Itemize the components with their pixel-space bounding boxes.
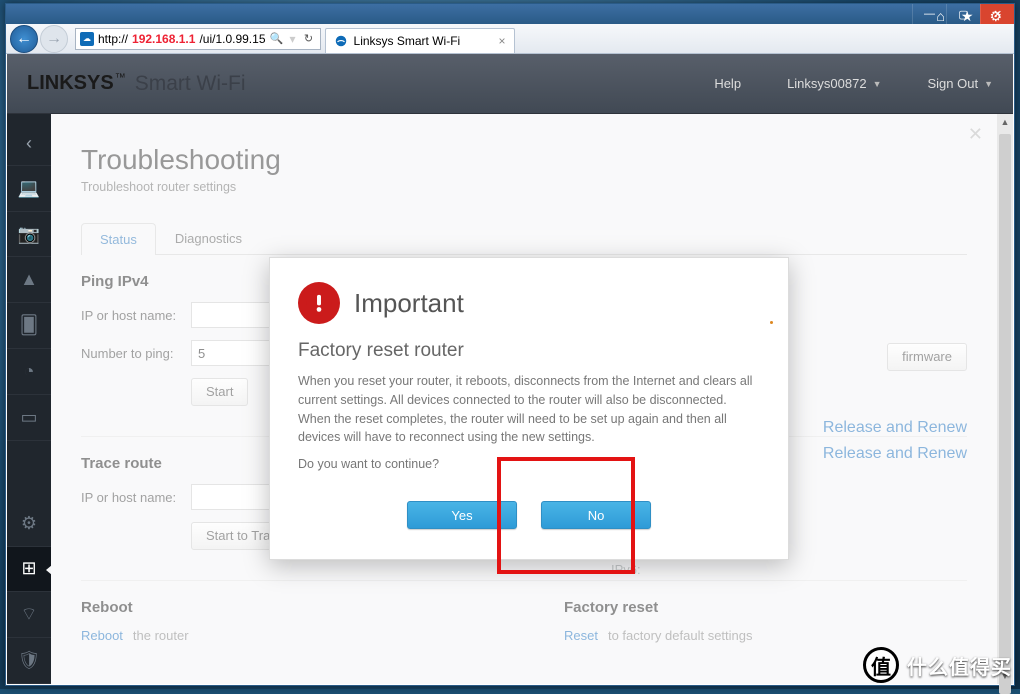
watermark-text: 什么值得买 bbox=[907, 651, 1012, 680]
dialog-no-button[interactable]: No bbox=[541, 501, 651, 529]
dialog-question: Do you want to continue? bbox=[298, 457, 760, 471]
header-signout-label: Sign Out bbox=[927, 76, 978, 91]
site-favicon-icon: ☁ bbox=[80, 32, 94, 46]
arrow-left-icon: ← bbox=[16, 30, 32, 48]
dialog-title: Important bbox=[354, 288, 464, 319]
header-signout-menu[interactable]: Sign Out ▼ bbox=[927, 76, 993, 91]
wifi-icon: ⌔ bbox=[21, 603, 38, 626]
sidebar-item-connectivity[interactable]: ⚙ bbox=[7, 501, 51, 547]
home-icon[interactable]: ⌂ bbox=[936, 8, 944, 25]
favorites-icon[interactable]: ★ bbox=[961, 8, 974, 25]
browser-window: — ▢ ✕ ← → ☁ http:// 192.168.1.1/ui/1.0.99… bbox=[5, 3, 1015, 686]
page-scrollbar[interactable]: ▲ ▼ bbox=[997, 114, 1013, 684]
page-viewport: LINKSYS ™ Smart Wi-Fi Help Linksys00872 ▼… bbox=[7, 54, 1013, 684]
window-titlebar: — ▢ ✕ bbox=[6, 4, 1014, 24]
header-help-link[interactable]: Help bbox=[714, 76, 741, 91]
cards-icon: 🂠 bbox=[20, 315, 38, 336]
dialog-yes-button[interactable]: Yes bbox=[407, 501, 517, 529]
search-icon[interactable]: 🔍 bbox=[270, 32, 284, 45]
alert-icon bbox=[298, 282, 340, 324]
url-suffix: /ui/1.0.99.15 bbox=[199, 32, 265, 46]
browser-tab-active[interactable]: Linksys Smart Wi-Fi × bbox=[325, 28, 515, 53]
sidebar-item-devices[interactable]: 💻 bbox=[7, 166, 51, 212]
browser-command-icons: ⌂ ★ ⚙ bbox=[936, 8, 1002, 25]
sidebar-item-parental[interactable]: ▲ bbox=[7, 257, 51, 303]
scroll-up-icon[interactable]: ▲ bbox=[997, 114, 1013, 130]
header-account-menu[interactable]: Linksys00872 ▼ bbox=[787, 76, 881, 91]
gauge-icon: ◔ bbox=[24, 361, 35, 382]
caret-down-icon: ▼ bbox=[873, 79, 882, 89]
app-header: LINKSYS ™ Smart Wi-Fi Help Linksys00872 ▼… bbox=[7, 54, 1013, 114]
usb-icon: ▭ bbox=[20, 407, 37, 428]
sidebar-item-storage[interactable]: ▭ bbox=[7, 395, 51, 441]
tab-close-icon[interactable]: × bbox=[499, 34, 506, 48]
sidebar-item-security[interactable]: 🛡 bbox=[7, 638, 51, 684]
addressbar-divider: ▾ bbox=[288, 32, 298, 46]
tab-favicon-icon bbox=[334, 34, 348, 48]
caret-down-icon: ▼ bbox=[984, 79, 993, 89]
brand-logo: LINKSYS bbox=[27, 72, 114, 95]
plus-box-icon: ⊞ bbox=[21, 558, 36, 579]
sidebar-collapse-button[interactable]: ‹ bbox=[7, 122, 51, 166]
trademark-icon: ™ bbox=[115, 72, 126, 84]
dialog-body: When you reset your router, it reboots, … bbox=[298, 372, 760, 447]
url-ip: 192.168.1.1 bbox=[132, 32, 195, 46]
sidebar: ‹ 💻 📷 ▲ 🂠 ◔ ▭ ⚙ ⊞ ⌔ 🛡 bbox=[7, 114, 51, 684]
badge-icon: 📷 bbox=[18, 224, 40, 245]
laptop-icon: 💻 bbox=[18, 178, 40, 199]
arrow-right-icon: → bbox=[46, 30, 62, 48]
dialog-header: Important bbox=[298, 282, 760, 324]
sidebar-item-wireless[interactable]: ⌔ bbox=[7, 592, 51, 638]
nav-back-button[interactable]: ← bbox=[10, 25, 38, 53]
sidebar-item-guest[interactable]: 📷 bbox=[7, 212, 51, 258]
address-bar[interactable]: ☁ http:// 192.168.1.1/ui/1.0.99.15 🔍 ▾ ↻ bbox=[75, 28, 321, 50]
browser-navbar: ← → ☁ http:// 192.168.1.1/ui/1.0.99.15 🔍 … bbox=[6, 24, 1014, 54]
brand-subtitle: Smart Wi-Fi bbox=[135, 72, 246, 96]
sidebar-item-speed[interactable]: ◔ bbox=[7, 349, 51, 395]
shield-icon: 🛡 bbox=[18, 650, 41, 671]
url-prefix: http:// bbox=[98, 32, 128, 46]
nav-forward-button[interactable]: → bbox=[40, 25, 68, 53]
tab-strip: Linksys Smart Wi-Fi × bbox=[325, 24, 515, 53]
scroll-thumb[interactable] bbox=[999, 134, 1011, 694]
warning-icon: ▲ bbox=[20, 269, 38, 290]
sidebar-item-priority[interactable]: 🂠 bbox=[7, 303, 51, 349]
tools-icon[interactable]: ⚙ bbox=[989, 8, 1002, 25]
refresh-icon[interactable]: ↻ bbox=[302, 32, 316, 45]
tab-title: Linksys Smart Wi-Fi bbox=[354, 34, 461, 48]
dialog-subtitle: Factory reset router bbox=[298, 340, 760, 362]
dialog-buttons: Yes No bbox=[298, 501, 760, 533]
watermark-badge-icon: 值 bbox=[863, 647, 899, 683]
header-account-label: Linksys00872 bbox=[787, 76, 867, 91]
confirm-dialog: Important Factory reset router When you … bbox=[269, 257, 789, 560]
header-links: Help Linksys00872 ▼ Sign Out ▼ bbox=[714, 76, 993, 91]
annotation-dot bbox=[770, 321, 773, 324]
watermark: 值 什么值得买 bbox=[863, 647, 1012, 683]
gear-icon: ⚙ bbox=[21, 513, 37, 534]
header-help-label: Help bbox=[714, 76, 741, 91]
sidebar-item-troubleshooting[interactable]: ⊞ bbox=[7, 547, 51, 593]
